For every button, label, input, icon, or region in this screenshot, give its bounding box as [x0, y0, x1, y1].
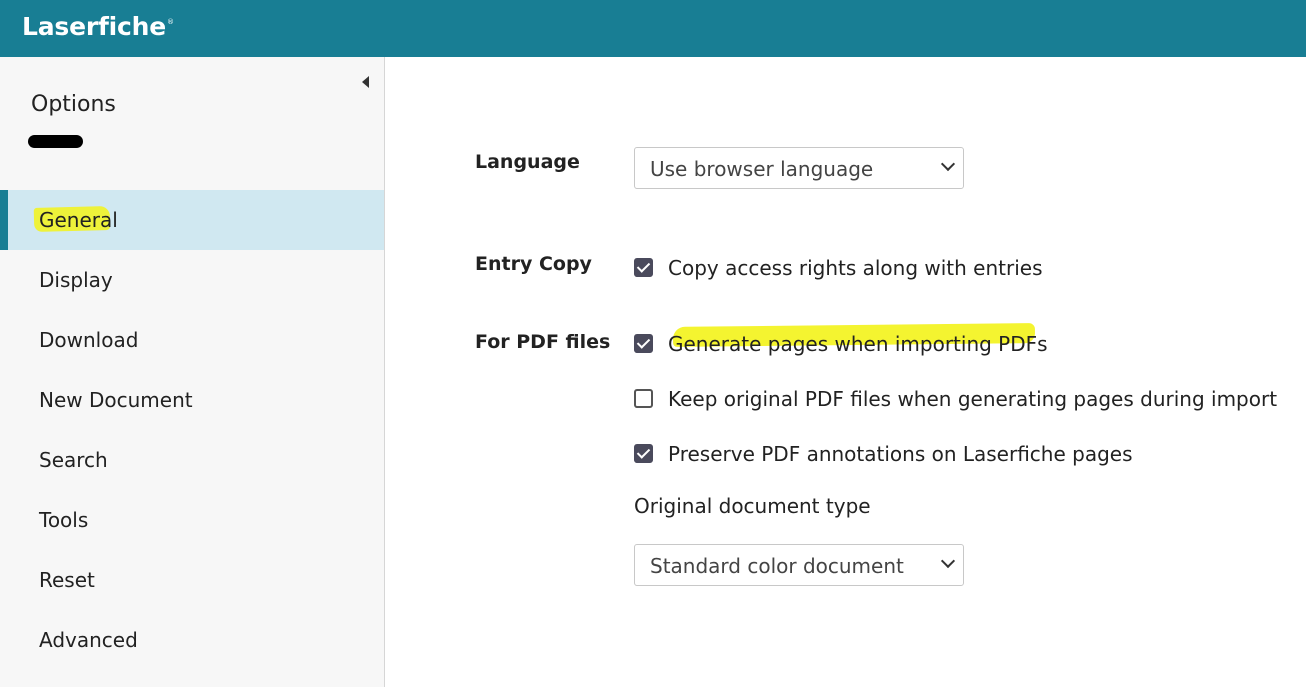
document-type-select-value: Standard color document [650, 554, 904, 578]
caret-left-icon[interactable] [358, 73, 374, 91]
chevron-down-icon [940, 156, 956, 172]
keep-original-pdf-text: Keep original PDF files when generating … [668, 387, 1278, 411]
generate-pages-checkbox[interactable] [634, 334, 653, 353]
copy-access-rights-text: Copy access rights along with entries [668, 256, 1043, 280]
language-label: Language [475, 151, 580, 173]
sidebar-item-search[interactable]: Search [0, 430, 384, 490]
sidebar-item-general[interactable]: General [0, 190, 384, 250]
sidebar-item-label: Download [39, 328, 139, 352]
sidebar-item-label: Display [39, 268, 113, 292]
general-options-panel: Language Use browser language Entry Copy… [385, 57, 1306, 687]
entry-copy-label: Entry Copy [475, 253, 592, 275]
options-nav: General Display Download New Document Se… [0, 190, 384, 670]
sidebar-item-label: Advanced [39, 628, 138, 652]
options-sidebar: Options General Display Download New Doc… [0, 57, 385, 687]
sidebar-item-label: Search [39, 448, 108, 472]
document-type-select[interactable]: Standard color document [634, 544, 964, 586]
laserfiche-logo[interactable]: Laserfiche® [22, 12, 174, 41]
sidebar-item-reset[interactable]: Reset [0, 550, 384, 610]
logo-text: Laserfiche [22, 12, 166, 41]
language-select[interactable]: Use browser language [634, 147, 964, 189]
sidebar-item-label: Tools [39, 508, 89, 532]
sidebar-item-label: New Document [39, 388, 193, 412]
sidebar-item-label: General [39, 208, 118, 232]
preserve-annotations-text: Preserve PDF annotations on Laserfiche p… [668, 442, 1133, 466]
sidebar-item-new-document[interactable]: New Document [0, 370, 384, 430]
chevron-down-icon [940, 553, 956, 569]
generate-pages-text: Generate pages when importing PDFs [668, 332, 1048, 356]
top-header-bar: Laserfiche® [0, 0, 1306, 57]
pdf-files-label: For PDF files [475, 331, 611, 353]
preserve-annotations-checkbox[interactable] [634, 444, 653, 463]
sidebar-item-tools[interactable]: Tools [0, 490, 384, 550]
logo-registered-mark: ® [166, 18, 174, 26]
sidebar-title: Options [31, 92, 116, 117]
redaction-mark [28, 135, 83, 148]
sidebar-item-label: Reset [39, 568, 95, 592]
sidebar-item-display[interactable]: Display [0, 250, 384, 310]
copy-access-rights-checkbox[interactable] [634, 258, 653, 277]
sidebar-item-download[interactable]: Download [0, 310, 384, 370]
original-document-type-label: Original document type [634, 494, 871, 518]
sidebar-item-advanced[interactable]: Advanced [0, 610, 384, 670]
keep-original-pdf-checkbox[interactable] [634, 389, 653, 408]
language-select-value: Use browser language [650, 157, 874, 181]
